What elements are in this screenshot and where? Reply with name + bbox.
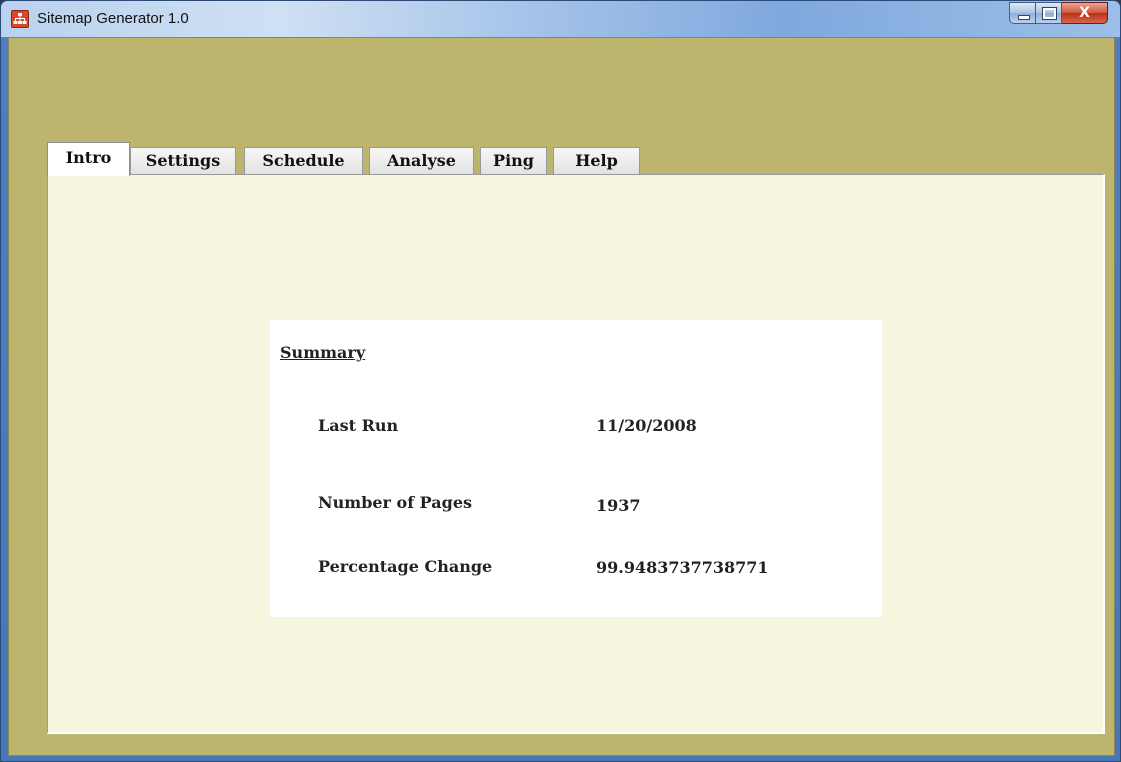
number-of-pages-label: Number of Pages bbox=[318, 493, 473, 512]
number-of-pages-value: 1937 bbox=[596, 496, 641, 515]
minimize-button[interactable] bbox=[1009, 2, 1036, 24]
window-title: Sitemap Generator 1.0 bbox=[37, 10, 189, 27]
close-icon: X bbox=[1079, 5, 1090, 21]
close-button[interactable]: X bbox=[1062, 2, 1108, 24]
maximize-icon bbox=[1042, 7, 1057, 20]
caption-buttons: X bbox=[1009, 2, 1108, 24]
tab-analyse[interactable]: Analyse bbox=[369, 147, 474, 174]
intro-panel: Summary Last Run 11/20/2008 Number of Pa… bbox=[47, 174, 1105, 734]
sitemap-icon[interactable] bbox=[11, 10, 29, 28]
tab-ping[interactable]: Ping bbox=[480, 147, 547, 174]
percentage-change-label: Percentage Change bbox=[318, 557, 493, 576]
last-run-label: Last Run bbox=[318, 416, 399, 435]
maximize-button[interactable] bbox=[1036, 2, 1062, 24]
client-area: Intro Settings Schedule Analyse Ping Hel… bbox=[8, 37, 1115, 756]
summary-heading: Summary bbox=[280, 343, 366, 362]
tab-settings[interactable]: Settings bbox=[130, 147, 236, 174]
minimize-icon bbox=[1018, 15, 1030, 20]
last-run-value: 11/20/2008 bbox=[596, 416, 697, 435]
tab-help[interactable]: Help bbox=[553, 147, 640, 174]
tab-schedule[interactable]: Schedule bbox=[244, 147, 363, 174]
percentage-change-value: 99.9483737738771 bbox=[596, 558, 769, 577]
tab-intro[interactable]: Intro bbox=[47, 142, 130, 176]
app-window: Sitemap Generator 1.0 X Intro Settings S… bbox=[0, 0, 1121, 762]
summary-box: Summary Last Run 11/20/2008 Number of Pa… bbox=[270, 320, 882, 617]
title-bar[interactable]: Sitemap Generator 1.0 X bbox=[1, 1, 1120, 37]
